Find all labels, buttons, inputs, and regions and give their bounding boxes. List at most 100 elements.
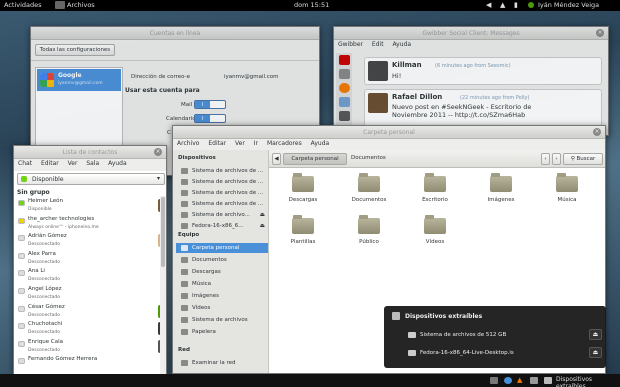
folder-icon: [181, 329, 188, 335]
sidebar-item-device[interactable]: Sistema de archivos de ...: [176, 188, 268, 198]
close-icon[interactable]: ×: [596, 29, 604, 37]
nav-prev-button[interactable]: ‹: [541, 153, 550, 165]
back-button[interactable]: ◀: [272, 153, 281, 165]
user-menu[interactable]: Iyán Méndez Veiga: [538, 1, 599, 9]
sidebar-item-device[interactable]: Sistema de archivos de ...: [176, 177, 268, 187]
post-meta: (22 minutes ago from Polly): [460, 95, 530, 101]
clock[interactable]: dom 15:51: [294, 1, 329, 9]
account-row-google[interactable]: Google iyanmv@gmail.com: [37, 69, 121, 91]
calendar-toggle[interactable]: I: [194, 114, 226, 123]
menu-ayuda[interactable]: Ayuda: [311, 140, 330, 147]
menu-gwibber[interactable]: Gwibber: [338, 41, 363, 48]
sidebar-item-place[interactable]: Documentos: [176, 255, 268, 265]
post-author[interactable]: Killman: [392, 61, 422, 69]
folder-item[interactable]: Escritorio: [411, 173, 459, 216]
menu-edit[interactable]: Edit: [372, 41, 384, 48]
eject-icon[interactable]: ⏏: [260, 221, 265, 231]
available-icon: [21, 176, 27, 182]
status-icon: [18, 323, 25, 330]
eject-icon[interactable]: ⏏: [260, 210, 265, 220]
device-item-1[interactable]: Sistema de archivos de 512 GB: [420, 332, 506, 338]
group-header[interactable]: Sin grupo: [17, 189, 50, 196]
battery-icon[interactable]: ▮: [514, 1, 518, 9]
folder-item[interactable]: Descargas: [279, 173, 327, 216]
search-icon[interactable]: [338, 111, 350, 121]
status-icon: [18, 235, 25, 242]
menu-help[interactable]: Ayuda: [392, 41, 411, 48]
menu-archivo[interactable]: Archivo: [177, 140, 199, 147]
menu-editar[interactable]: Editar: [208, 140, 226, 147]
folder-item[interactable]: Música: [543, 173, 591, 216]
search-button[interactable]: ⚲ Buscar: [563, 153, 603, 165]
close-icon[interactable]: ×: [593, 128, 601, 136]
folder-item[interactable]: Plantillas: [279, 215, 327, 258]
sidebar-item-device[interactable]: Fedora-16-x86_6... ⏏: [176, 221, 268, 231]
folder-item[interactable]: Público: [345, 215, 393, 258]
avatar: [368, 93, 388, 113]
avatar: [368, 61, 388, 81]
use-heading: Usar esta cuenta para: [125, 87, 200, 94]
nav-next-button[interactable]: ›: [552, 153, 561, 165]
mail-icon[interactable]: [530, 377, 538, 384]
volume-icon[interactable]: ◀: [486, 1, 491, 9]
folder-icon: [358, 215, 380, 234]
warning-icon[interactable]: ▲: [517, 376, 522, 384]
mail-toggle-on: I: [195, 101, 210, 108]
eject-icon[interactable]: ⏏: [589, 329, 602, 340]
path-button-documentos[interactable]: Documentos: [351, 155, 386, 161]
home-icon[interactable]: [338, 55, 350, 65]
drive-icon: [181, 179, 188, 185]
notification-title: Dispositivos extraíbles: [405, 313, 483, 320]
menu-ir[interactable]: Ir: [254, 140, 258, 147]
gwibber-window: Gwibber Social Client: Messages × Gwibber…: [333, 26, 609, 136]
messages-icon[interactable]: [338, 69, 350, 79]
chat-icon[interactable]: [490, 377, 498, 384]
presence-selector[interactable]: Disponible ▾: [17, 173, 165, 185]
menu-view[interactable]: Ver: [68, 160, 78, 167]
sidebar-item-device[interactable]: Sistema de archivo... ⏏: [176, 210, 268, 220]
sidebar-item-place[interactable]: Carpeta personal: [176, 243, 268, 253]
network-icon[interactable]: ▲: [500, 1, 505, 9]
menu-marcadores[interactable]: Marcadores: [267, 140, 302, 147]
folder-item[interactable]: Vídeos: [411, 215, 459, 258]
sidebar-item-place[interactable]: Música: [176, 279, 268, 289]
all-settings-button[interactable]: Todas las configuraciones: [35, 44, 115, 56]
divider: [31, 60, 319, 61]
mail-toggle[interactable]: I: [194, 100, 226, 109]
folder-label: Imágenes: [487, 197, 515, 203]
sidebar-item-device[interactable]: Sistema de archivos de ...: [176, 166, 268, 176]
close-icon[interactable]: ×: [154, 148, 162, 156]
presence-icon[interactable]: [528, 2, 534, 8]
gwibber-icon[interactable]: [504, 377, 512, 384]
scrollbar-thumb[interactable]: [161, 197, 165, 267]
menu-help[interactable]: Ayuda: [108, 160, 127, 167]
tray-label[interactable]: Dispositivos extraíbles: [556, 376, 620, 387]
private-icon[interactable]: [338, 97, 350, 107]
sidebar-item-place[interactable]: Vídeos: [176, 303, 268, 313]
menu-chat[interactable]: Chat: [18, 160, 32, 167]
post-author[interactable]: Rafael Dillon: [392, 93, 442, 101]
sidebar-item-device[interactable]: Sistema de archivos de ...: [176, 199, 268, 209]
app-menu[interactable]: Archivos: [67, 1, 95, 9]
replies-icon[interactable]: [338, 83, 350, 93]
activities-button[interactable]: Actividades: [4, 1, 42, 9]
sidebar-item-place[interactable]: Papelera: [176, 327, 268, 337]
contact-name: Chuchotachi: [28, 321, 63, 328]
contact-status: Desconectado: [28, 259, 61, 265]
device-item-2[interactable]: Fedora-16-x86_64-Live-Desktop.is: [420, 350, 514, 356]
email-value: iyanmv@gmail.com: [224, 74, 279, 80]
folder-item[interactable]: Documentos: [345, 173, 393, 216]
eject-icon[interactable]: ⏏: [589, 347, 602, 358]
sidebar-item-place[interactable]: Imágenes: [176, 291, 268, 301]
menu-room[interactable]: Sala: [86, 160, 99, 167]
path-button-home[interactable]: Carpeta personal: [283, 153, 347, 165]
list-item[interactable]: Fernando Gómez Herrera: [15, 355, 166, 374]
scrollbar[interactable]: [160, 196, 166, 374]
folder-item[interactable]: Imágenes: [477, 173, 525, 216]
usb-icon[interactable]: [544, 377, 552, 384]
menu-edit[interactable]: Editar: [41, 160, 59, 167]
sidebar-item-place[interactable]: Sistema de archivos: [176, 315, 268, 325]
sidebar-item-network[interactable]: Examinar la red: [176, 358, 268, 368]
menu-ver[interactable]: Ver: [235, 140, 245, 147]
sidebar-item-place[interactable]: Descargas: [176, 267, 268, 277]
